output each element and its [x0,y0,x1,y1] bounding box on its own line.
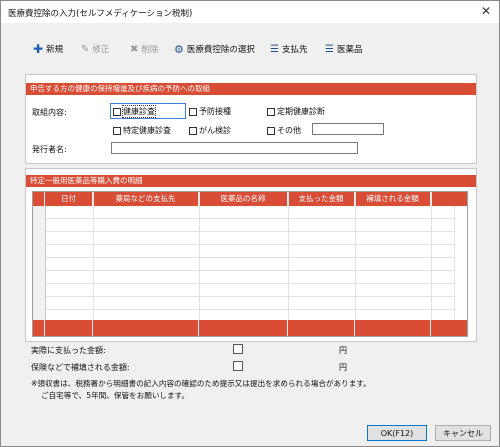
column-divider [93,192,94,322]
reimbursed-amount-unit: 円 [339,363,347,372]
title-bar: 医療費控除の入力(セルフメディケーション税制) ✕ [1,1,499,23]
checkbox-label: 特定健康診査 [123,126,171,135]
table-row[interactable] [33,271,467,284]
delete-label: 削除 [141,45,159,55]
column-header-payee[interactable]: 薬局などの支払先 [93,192,199,206]
checkbox-box[interactable] [267,107,275,116]
paid-amount-unit: 円 [339,346,347,355]
reimbursed-amount-label: 保険などで補填される金額: [31,363,130,372]
grid-footer-row [33,320,467,336]
checkbox-gan-kenshin[interactable]: がん検診 [189,125,231,136]
other-input[interactable] [312,123,384,135]
paid-amount-field[interactable] [233,344,243,354]
table-row[interactable] [33,284,467,297]
torikumi-label: 取組内容: [32,108,67,117]
new-button[interactable]: ✚ 新規 [33,41,63,57]
list-icon: ☰ [325,43,334,55]
checkbox-box[interactable] [113,107,121,116]
edit-button[interactable]: ✎ 修正 [81,41,109,57]
gear-icon: ⚙ [174,42,184,56]
checkbox-kenko-shinsa[interactable]: 健康診査 [113,105,156,118]
column-divider [431,192,432,322]
footer-cell [199,320,288,336]
checkbox-label: 定期健康診断 [277,107,325,116]
table-row[interactable] [33,219,467,232]
cancel-button[interactable]: キャンセル [435,425,491,441]
list-icon: ☰ [270,43,279,55]
delete-button[interactable]: ✖ 削除 [130,41,158,57]
footer-cell [355,320,431,336]
plus-icon: ✚ [33,42,44,56]
row-header-corner [33,192,45,206]
close-icon[interactable]: ✕ [481,4,491,18]
vertical-scrollbar[interactable] [454,206,467,320]
issuer-label: 発行者名: [32,145,67,154]
intake-section-header: 申告する方の健康の保持増進及び疾病の予防への取組 [26,83,476,95]
grid-header-row: 日付 薬局などの支払先 医薬品の名称 支払った金額 補填される金額 [33,192,467,206]
window-title: 医療費控除の入力(セルフメディケーション税制) [8,9,193,19]
footer-cell [93,320,199,336]
column-header-date[interactable]: 日付 [45,192,93,206]
payee-button[interactable]: ☰ 支払先 [270,41,307,57]
footer-cell [288,320,355,336]
issuer-input[interactable] [111,142,358,154]
select-deduction-label: 医療費控除の選択 [186,45,255,55]
row-header-column [33,206,46,320]
medicine-label: 医薬品 [336,45,363,55]
new-label: 新規 [46,45,64,55]
checkbox-label: がん検診 [199,126,231,135]
table-row[interactable] [33,297,467,310]
pencil-icon: ✎ [81,43,90,55]
footer-cell [33,320,45,336]
purchase-panel: 特定一般用医薬品等購入費の明細 日付 薬局などの支払先 医薬品の名称 支払った金… [25,168,477,342]
purchase-section-header: 特定一般用医薬品等購入費の明細 [26,175,476,187]
checkbox-sonota[interactable]: その他 [267,125,301,136]
column-header-reimbursed-amount[interactable]: 補填される金額 [355,192,431,206]
checkbox-tokutei-kenko-shinsa[interactable]: 特定健康診査 [113,125,171,136]
intake-panel: 申告する方の健康の保持増進及び疾病の予防への取組 取組内容: 健康診査 予防接種… [25,74,477,164]
table-row[interactable] [33,245,467,258]
checkbox-teiki-kenko-shindan[interactable]: 定期健康診断 [267,106,325,117]
checkbox-yobo-sesshu[interactable]: 予防接種 [189,106,231,117]
dialog-window: 医療費控除の入力(セルフメディケーション税制) ✕ ✚ 新規 ✎ 修正 ✖ 削除… [0,0,500,447]
checkbox-box[interactable] [113,126,121,135]
payee-label: 支払先 [281,45,308,55]
checkbox-label: 予防接種 [199,107,231,116]
footer-cell [45,320,93,336]
column-header-medicine[interactable]: 医薬品の名称 [199,192,288,206]
checkbox-box[interactable] [189,107,197,116]
x-icon: ✖ [130,43,139,55]
storage-note: ご自宅等で、5年間、保管をお願いします。 [41,391,190,400]
table-row[interactable] [33,232,467,245]
reimbursed-amount-field[interactable] [233,361,243,371]
column-divider [355,192,356,322]
checkbox-box[interactable] [189,126,197,135]
ok-button[interactable]: OK(F12) [367,425,427,441]
table-row[interactable] [33,258,467,271]
select-deduction-button[interactable]: ⚙ 医療費控除の選択 [174,41,255,57]
checkbox-label: 健康診査 [122,105,156,118]
column-divider [199,192,200,322]
edit-label: 修正 [92,45,110,55]
purchase-grid[interactable]: 日付 薬局などの支払先 医薬品の名称 支払った金額 補填される金額 [32,191,468,337]
receipt-note: ※領収書は、税務署から明細書の記入内容の確認のため提示又は提出を求められる場合が… [31,379,371,388]
column-header-paid-amount[interactable]: 支払った金額 [288,192,355,206]
paid-amount-label: 実際に支払った金額: [31,346,106,355]
checkbox-label: その他 [277,126,301,135]
medicine-button[interactable]: ☰ 医薬品 [325,41,362,57]
table-row[interactable] [33,206,467,219]
column-divider [288,192,289,322]
checkbox-box[interactable] [267,126,275,135]
